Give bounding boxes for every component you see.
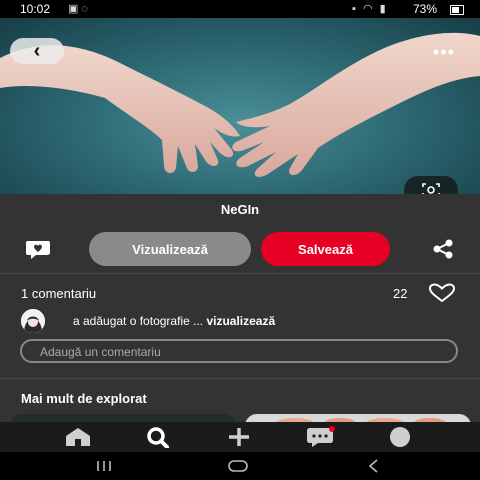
home-icon[interactable] (58, 422, 98, 452)
explore-section-title: Mai mult de explorat (21, 391, 147, 406)
search-icon[interactable] (139, 422, 179, 452)
system-navigation-bar (0, 452, 480, 480)
image-icon: ▣ (68, 3, 82, 15)
pin-image[interactable]: ‹ ••• (0, 18, 480, 194)
battery-percent: 73% (413, 2, 438, 16)
activity-view-link[interactable]: vizualizează (206, 314, 275, 328)
recents-icon[interactable] (84, 452, 124, 480)
messages-icon[interactable] (300, 422, 340, 452)
comment-input[interactable]: Adaugă un comentariu (20, 339, 458, 363)
bottom-navigation (0, 422, 480, 452)
status-time: 10:02 (20, 2, 51, 16)
comment-placeholder: Adaugă un comentariu (40, 345, 161, 359)
back-icon[interactable] (353, 452, 393, 480)
divider (0, 273, 480, 274)
signal-icon: ▮ (379, 3, 388, 15)
more-options-icon[interactable]: ••• (428, 42, 460, 62)
view-button[interactable]: Vizualizează (89, 232, 251, 266)
comments-count[interactable]: 1 comentariu (21, 286, 96, 301)
pin-details-panel (0, 194, 480, 422)
wifi-icon: ◠ (362, 3, 375, 15)
chevron-left-icon: ‹ (33, 39, 41, 62)
avatar[interactable] (21, 309, 45, 333)
battery-icon (450, 5, 464, 15)
notification-icons: ▣◌ (68, 2, 91, 15)
share-icon[interactable] (430, 238, 456, 260)
activity-text: a adăugat o fotografie ... (73, 314, 204, 328)
system-icons: ▪ ◠ ▮ (352, 2, 388, 15)
status-bar: 10:02 ▣◌ ▪ ◠ ▮ 73% (0, 0, 480, 18)
save-button-label: Salvează (298, 241, 353, 257)
hands-illustration (0, 32, 480, 177)
view-button-label: Vizualizează (132, 241, 208, 257)
visual-search-button[interactable] (404, 176, 458, 194)
comment-icon[interactable] (24, 238, 52, 260)
profile-icon[interactable] (380, 422, 420, 452)
home-button-icon[interactable] (218, 452, 258, 480)
whatsapp-icon: ◌ (81, 3, 91, 15)
create-icon[interactable] (219, 422, 259, 452)
back-button[interactable]: ‹ (10, 38, 64, 64)
lens-icon (422, 183, 440, 194)
activity-line: a adăugat o fotografie ... vizualizează (73, 314, 275, 328)
divider (0, 378, 480, 379)
left-hand (0, 45, 240, 174)
likes-count: 22 (393, 286, 408, 301)
lock-icon: ▪ (352, 3, 358, 15)
save-button[interactable]: Salvează (261, 232, 390, 266)
heart-icon[interactable] (428, 283, 456, 303)
pin-title: NeGIn (220, 202, 260, 217)
